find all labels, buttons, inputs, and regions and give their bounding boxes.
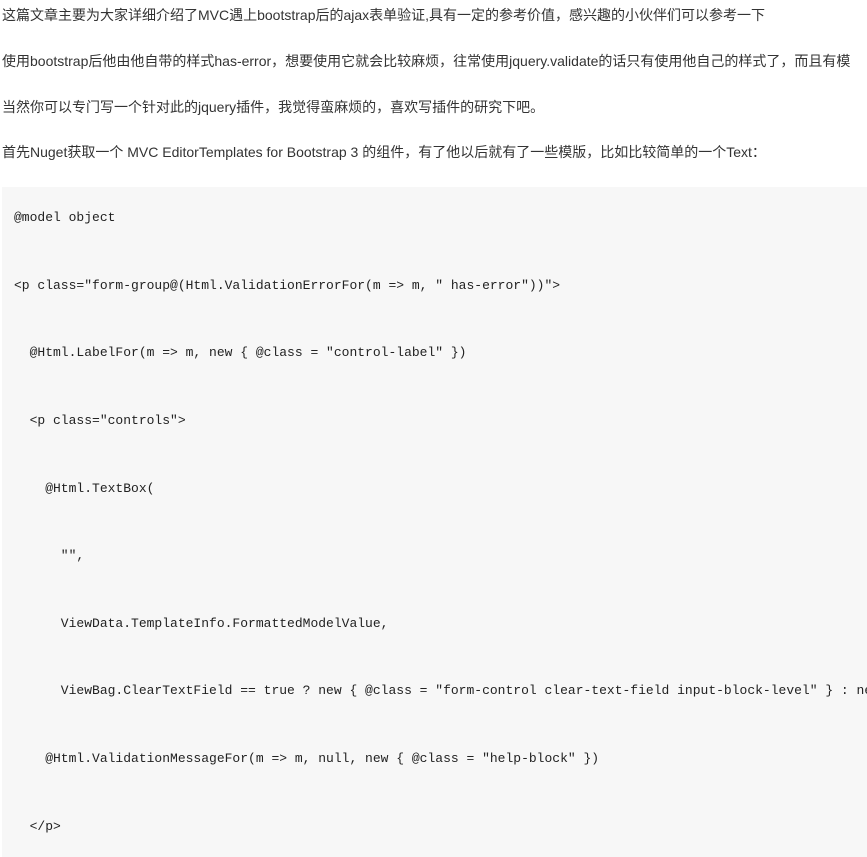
code-line: </p>	[14, 819, 61, 834]
code-line: @Html.ValidationMessageFor(m => m, null,…	[14, 751, 599, 766]
code-line: @model object	[14, 210, 115, 225]
code-block: @model object <p class="form-group@(Html…	[2, 187, 867, 857]
code-line: @Html.TextBox(	[14, 481, 154, 496]
code-line: ViewBag.ClearTextField == true ? new { @…	[14, 683, 867, 698]
code-line: ViewData.TemplateInfo.FormattedModelValu…	[14, 616, 388, 631]
code-line: <p class="form-group@(Html.ValidationErr…	[14, 278, 560, 293]
paragraph-3: 当然你可以专门写一个针对此的jquery插件，我觉得蛮麻烦的，喜欢写插件的研究下…	[2, 96, 867, 120]
paragraph-2: 使用bootstrap后他由他自带的样式has-error，想要使用它就会比较麻…	[2, 50, 867, 74]
article-body: 这篇文章主要为大家详细介绍了MVC遇上bootstrap后的ajax表单验证,具…	[0, 0, 867, 857]
code-line: "",	[14, 548, 84, 563]
code-line: @Html.LabelFor(m => m, new { @class = "c…	[14, 345, 466, 360]
intro-paragraph: 这篇文章主要为大家详细介绍了MVC遇上bootstrap后的ajax表单验证,具…	[2, 4, 867, 28]
code-line: <p class="controls">	[14, 413, 186, 428]
paragraph-4: 首先Nuget获取一个 MVC EditorTemplates for Boot…	[2, 141, 867, 165]
